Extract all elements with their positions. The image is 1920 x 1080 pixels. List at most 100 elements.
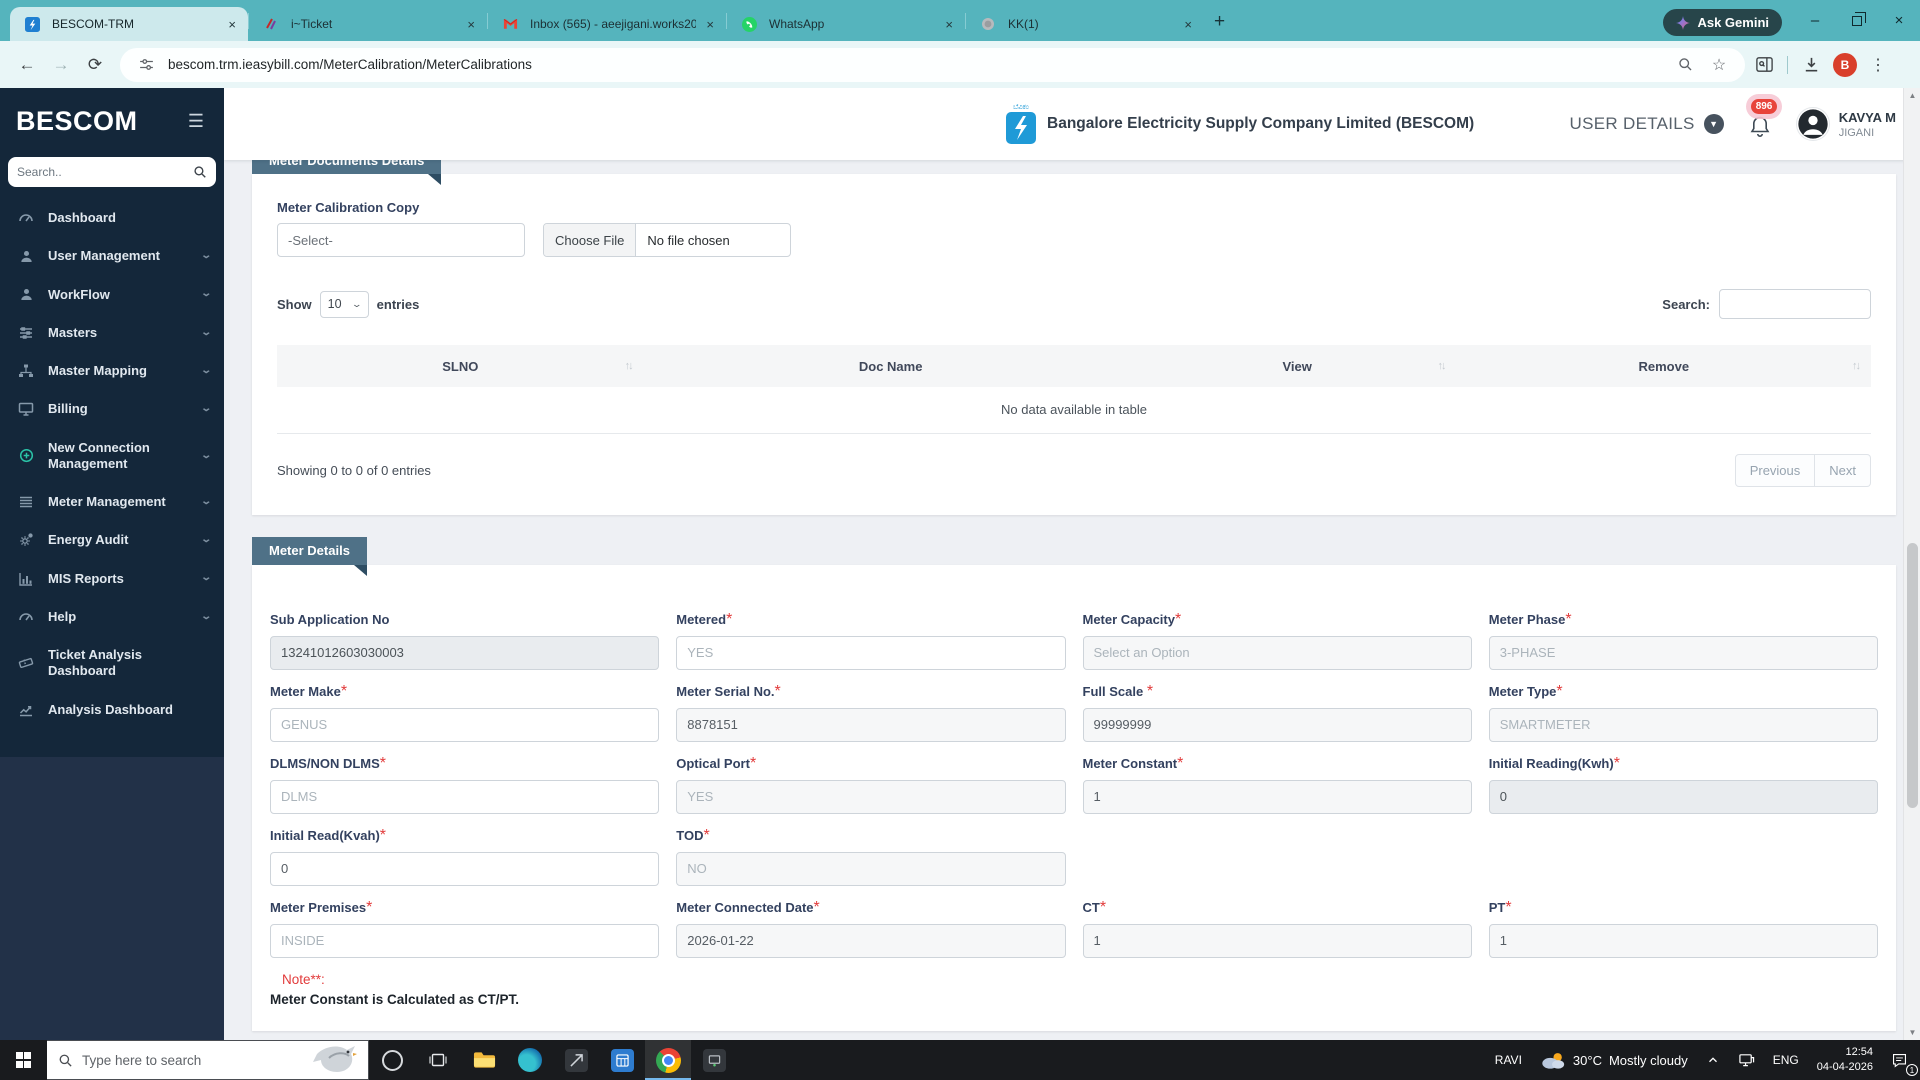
- hamburger-icon[interactable]: ☰: [188, 111, 204, 132]
- weather-widget[interactable]: 30°C Mostly cloudy: [1531, 1040, 1697, 1080]
- sidebar-item-mis-reports[interactable]: MIS Reports ⌄: [0, 560, 224, 598]
- tab-close-icon[interactable]: ×: [704, 17, 716, 32]
- sidebar-item-dashboard[interactable]: Dashboard: [0, 199, 224, 237]
- ask-gemini-button[interactable]: Ask Gemini: [1663, 9, 1782, 36]
- pt-input[interactable]: [1488, 923, 1878, 958]
- meter-capacity-input[interactable]: [1082, 635, 1472, 670]
- start-button[interactable]: [0, 1040, 47, 1080]
- clock-widget[interactable]: 12:54 04-04-2026: [1808, 1040, 1882, 1080]
- col-header-slno[interactable]: SLNO ↑↓: [277, 345, 644, 387]
- zoom-icon[interactable]: [1673, 56, 1697, 73]
- tray-chevron-up-icon[interactable]: [1697, 1040, 1729, 1080]
- tab-title: Inbox (565) - aeejigani.works20: [530, 17, 697, 31]
- forward-button[interactable]: →: [46, 50, 76, 80]
- window-controls: – ×: [1794, 0, 1920, 41]
- tab-bescom-trm[interactable]: BESCOM-TRM ×: [10, 7, 248, 41]
- close-button[interactable]: ×: [1878, 0, 1920, 41]
- restore-button[interactable]: [1836, 0, 1878, 41]
- sidebar-item-analysis-dashboard[interactable]: Analysis Dashboard: [0, 691, 224, 729]
- vertical-scrollbar[interactable]: ▲ ▼: [1903, 88, 1920, 1040]
- sidebar-item-new-connection-management[interactable]: New Connection Management ⌄: [0, 429, 224, 484]
- browser-menu-icon[interactable]: ⋮: [1864, 55, 1892, 75]
- taskbar-search[interactable]: [47, 1040, 369, 1080]
- col-header-view[interactable]: View ↑↓: [1137, 345, 1457, 387]
- pinned-app-icon-1[interactable]: [553, 1040, 599, 1080]
- page-size-select[interactable]: 10 ⌄: [319, 290, 369, 318]
- tab-kk[interactable]: KK(1) ×: [966, 7, 1204, 41]
- next-page-button[interactable]: Next: [1815, 453, 1871, 487]
- sidebar-search[interactable]: [8, 157, 216, 187]
- previous-page-button[interactable]: Previous: [1734, 453, 1816, 487]
- optical-port-input[interactable]: [676, 779, 1066, 814]
- tab-iticket[interactable]: i~Ticket ×: [249, 7, 487, 41]
- calculator-icon[interactable]: [599, 1040, 645, 1080]
- action-center-icon[interactable]: 1: [1882, 1040, 1920, 1080]
- calibration-copy-select[interactable]: -Select-: [277, 223, 525, 257]
- edge-icon[interactable]: [507, 1040, 553, 1080]
- user-profile[interactable]: KAVYA M JIGANI: [1795, 107, 1896, 141]
- downloads-icon[interactable]: [1796, 50, 1826, 80]
- tab-whatsapp[interactable]: WhatsApp ×: [727, 7, 965, 41]
- meter-constant-input[interactable]: [1082, 779, 1472, 814]
- scrollbar-thumb[interactable]: [1907, 543, 1918, 808]
- minimize-button[interactable]: –: [1794, 0, 1836, 41]
- meter-premises-input[interactable]: [270, 923, 660, 958]
- task-view-icon[interactable]: [415, 1040, 461, 1080]
- sidebar-item-master-mapping[interactable]: Master Mapping ⌄: [0, 352, 224, 390]
- site-settings-icon[interactable]: [134, 56, 158, 73]
- col-header-doc-name[interactable]: Doc Name: [643, 345, 1138, 387]
- metered-input[interactable]: [676, 635, 1066, 670]
- sub-application-no-input[interactable]: [270, 635, 660, 670]
- chrome-icon[interactable]: [645, 1040, 691, 1080]
- initial-reading-kwh-input[interactable]: [1488, 779, 1878, 814]
- profile-avatar[interactable]: B: [1830, 50, 1860, 80]
- language-indicator[interactable]: ENG: [1764, 1040, 1808, 1080]
- sidebar-item-user-management[interactable]: User Management ⌄: [0, 237, 224, 275]
- sidebar-search-input[interactable]: [17, 165, 193, 179]
- scroll-up-arrow[interactable]: ▲: [1904, 91, 1920, 100]
- sidebar-item-workflow[interactable]: WorkFlow ⌄: [0, 276, 224, 314]
- meter-phase-input[interactable]: [1488, 635, 1878, 670]
- choose-file-button[interactable]: Choose File: [544, 224, 637, 256]
- tab-gmail-inbox[interactable]: Inbox (565) - aeejigani.works20 ×: [488, 7, 726, 41]
- bookmark-star-icon[interactable]: ☆: [1707, 55, 1731, 75]
- sidebar-item-help[interactable]: Help ⌄: [0, 598, 224, 636]
- sidebar-item-energy-audit[interactable]: Energy Audit ⌄: [0, 521, 224, 559]
- network-icon[interactable]: [1729, 1040, 1764, 1080]
- meter-documents-card: Meter Documents Details Meter Calibratio…: [252, 160, 1896, 515]
- field-meter-phase: Meter Phase*: [1488, 611, 1878, 670]
- tab-close-icon[interactable]: ×: [465, 17, 477, 32]
- field-meter-premises: Meter Premises*: [270, 899, 660, 958]
- col-header-remove[interactable]: Remove ↑↓: [1456, 345, 1871, 387]
- cortana-icon[interactable]: [369, 1040, 415, 1080]
- meter-type-input[interactable]: [1488, 707, 1878, 742]
- dlms-input[interactable]: [270, 779, 660, 814]
- file-upload-input[interactable]: Choose File No file chosen: [543, 223, 791, 257]
- sidebar-item-billing[interactable]: Billing ⌄: [0, 390, 224, 428]
- meter-serial-no-input[interactable]: [676, 707, 1066, 742]
- tab-close-icon[interactable]: ×: [943, 17, 955, 32]
- ct-input[interactable]: [1082, 923, 1472, 958]
- browser-tab-strip: BESCOM-TRM × i~Ticket × Inbox (565) - ae…: [0, 0, 1920, 41]
- back-button[interactable]: ←: [12, 50, 42, 80]
- initial-read-kvah-input[interactable]: [270, 851, 660, 886]
- address-bar[interactable]: bescom.trm.ieasybill.com/MeterCalibratio…: [120, 47, 1745, 82]
- notifications-bell[interactable]: 896: [1748, 99, 1778, 140]
- new-tab-button[interactable]: +: [1214, 11, 1225, 33]
- meter-connected-date-input[interactable]: [676, 923, 1066, 958]
- full-scale-input[interactable]: [1082, 707, 1472, 742]
- file-explorer-icon[interactable]: [461, 1040, 507, 1080]
- meter-make-input[interactable]: [270, 707, 660, 742]
- user-details-dropdown[interactable]: USER DETAILS ▼: [1570, 114, 1724, 134]
- pinned-app-icon-2[interactable]: [691, 1040, 737, 1080]
- reload-button[interactable]: ⟳: [80, 50, 110, 80]
- tab-close-icon[interactable]: ×: [226, 17, 238, 32]
- sidebar-item-masters[interactable]: Masters ⌄: [0, 314, 224, 352]
- tab-close-icon[interactable]: ×: [1182, 17, 1194, 32]
- sidebar-item-ticket-analysis-dashboard[interactable]: Ticket Analysis Dashboard: [0, 636, 224, 691]
- table-search-input[interactable]: [1719, 289, 1871, 319]
- side-panel-search-icon[interactable]: [1749, 50, 1779, 80]
- scroll-down-arrow[interactable]: ▼: [1904, 1028, 1920, 1037]
- tod-input[interactable]: [676, 851, 1066, 886]
- sidebar-item-meter-management[interactable]: Meter Management ⌄: [0, 483, 224, 521]
